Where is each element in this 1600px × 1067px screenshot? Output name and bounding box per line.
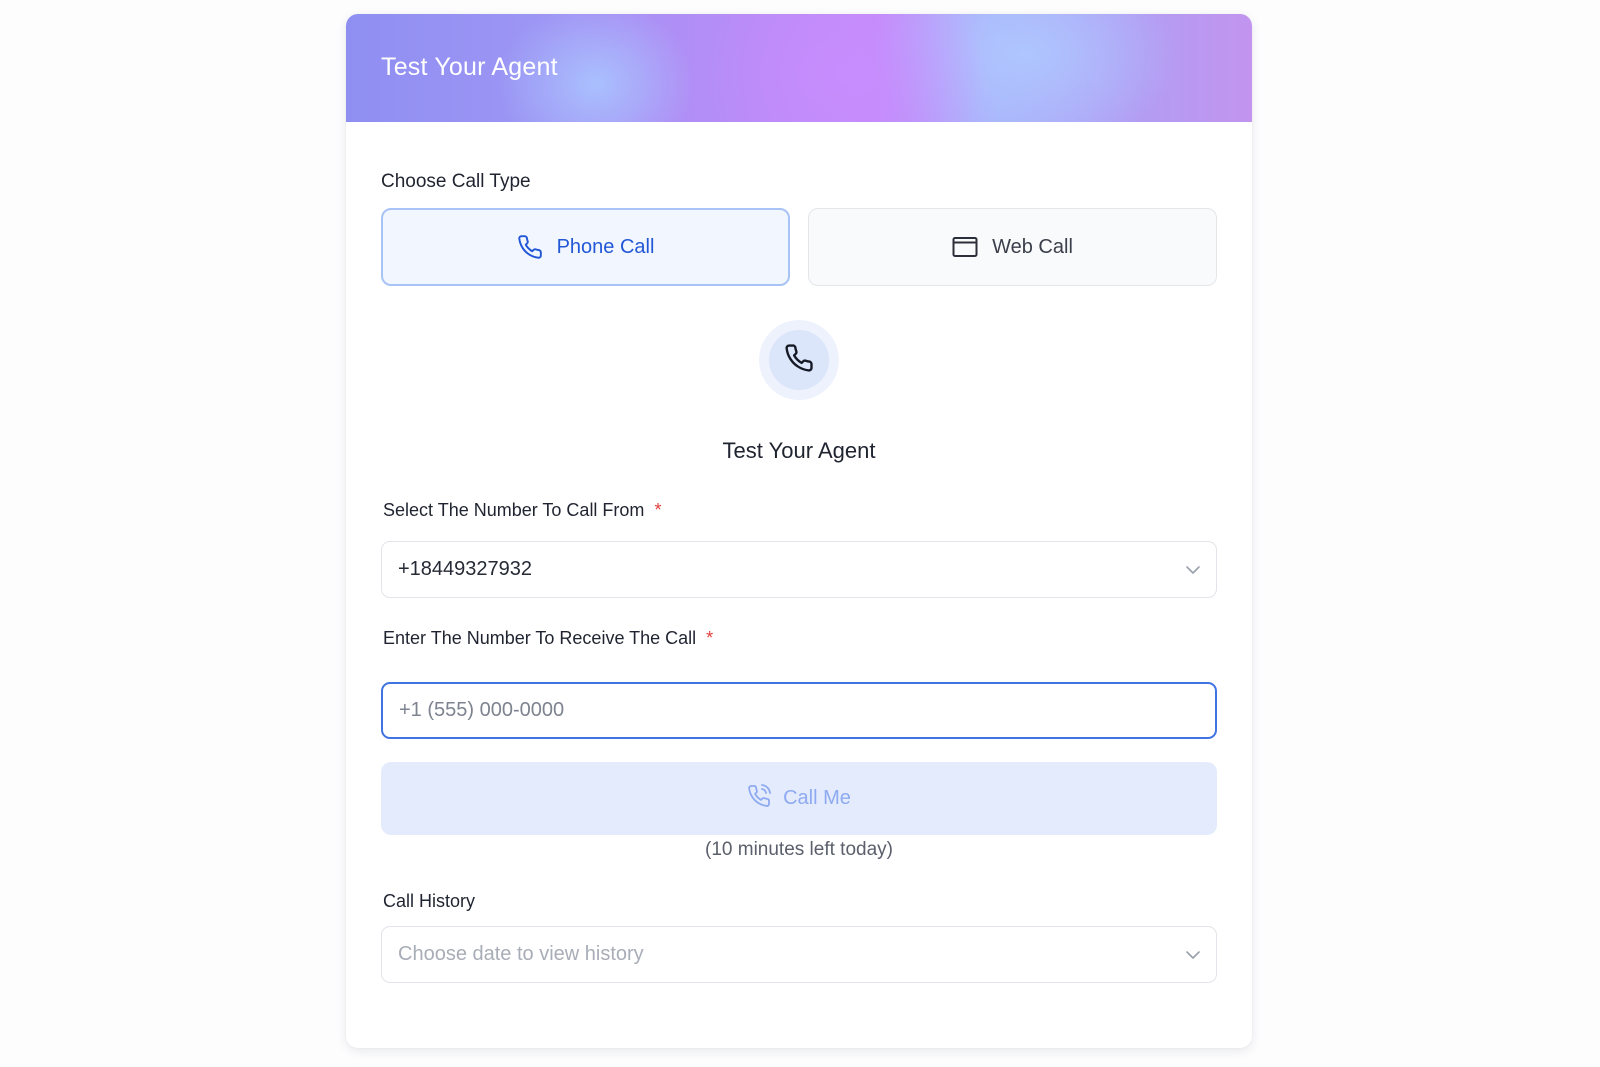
required-marker: * <box>654 500 662 520</box>
call-history-select[interactable]: Choose date to view history <box>381 926 1217 983</box>
call-me-button[interactable]: Call Me <box>381 762 1217 835</box>
to-number-label: Enter The Number To Receive The Call * <box>383 628 714 648</box>
phone-call-button[interactable]: Phone Call <box>381 208 790 286</box>
call-me-label: Call Me <box>783 787 851 809</box>
browser-window-icon <box>952 236 978 258</box>
from-number-select[interactable]: +18449327932 <box>381 541 1217 598</box>
call-type-label: Choose Call Type <box>381 171 531 192</box>
from-number-label: Select The Number To Call From * <box>383 500 662 520</box>
required-marker: * <box>706 628 714 648</box>
chevron-down-icon <box>1184 561 1202 585</box>
minutes-left-text: (10 minutes left today) <box>705 839 893 860</box>
from-number-value: +18449327932 <box>398 558 533 580</box>
phone-ringing-icon <box>747 783 771 814</box>
web-call-label: Web Call <box>992 235 1073 258</box>
phone-icon <box>784 343 814 378</box>
page-background: Test Your Agent Choose Call Type Phone C… <box>0 0 1600 1067</box>
web-call-button[interactable]: Web Call <box>808 208 1217 286</box>
phone-icon <box>517 234 543 260</box>
call-history-label: Call History <box>383 891 476 911</box>
test-agent-card: Test Your Agent Choose Call Type Phone C… <box>346 14 1252 1048</box>
to-number-input[interactable] <box>381 682 1217 739</box>
phone-call-label: Phone Call <box>556 235 655 258</box>
phone-badge <box>759 320 839 400</box>
center-title: Test Your Agent <box>722 438 876 463</box>
call-history-placeholder: Choose date to view history <box>398 943 644 965</box>
card-header: Test Your Agent <box>346 14 1252 122</box>
card-header-title: Test Your Agent <box>381 53 558 81</box>
chevron-down-icon <box>1184 946 1202 970</box>
